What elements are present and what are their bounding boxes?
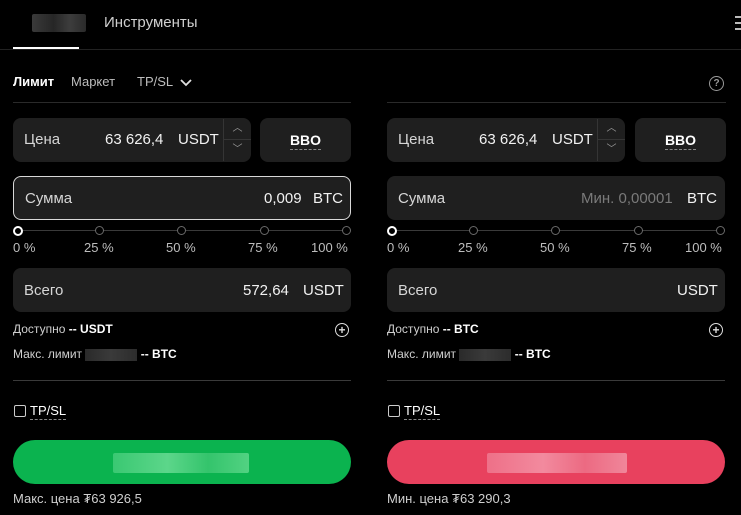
- divider: [13, 380, 351, 381]
- available-label: Доступно: [13, 322, 66, 336]
- price-value: 63 626,4: [105, 131, 164, 148]
- max-limit-value: -- BTC: [140, 347, 177, 361]
- slider-label-25: 25 %: [458, 240, 488, 255]
- slider-label-75: 75 %: [622, 240, 652, 255]
- plus-icon[interactable]: +: [335, 323, 349, 337]
- buy-panel: Цена 63 626,4 USDT ︿ ﹀ BBO Сумма 0,009 B…: [13, 0, 352, 515]
- slider-label-25: 25 %: [84, 240, 114, 255]
- blurred-button-label: [113, 453, 249, 473]
- available-label: Доступно: [387, 322, 440, 336]
- bbo-button[interactable]: BBO: [635, 118, 726, 162]
- slider-label-100: 100 %: [311, 240, 348, 255]
- slider-stop-50[interactable]: [551, 226, 560, 235]
- total-field[interactable]: Всего USDT: [387, 268, 725, 312]
- tpsl-label[interactable]: TP/SL: [30, 403, 67, 420]
- available-value: -- BTC: [442, 322, 479, 336]
- buy-button[interactable]: [13, 440, 351, 484]
- price-field[interactable]: Цена 63 626,4 USDT ︿ ﹀: [387, 118, 625, 162]
- price-field[interactable]: Цена 63 626,4 USDT ︿ ﹀: [13, 118, 251, 162]
- slider-label-75: 75 %: [248, 240, 278, 255]
- slider-stop-100[interactable]: [716, 226, 725, 235]
- chevron-up-icon[interactable]: ︿: [224, 119, 251, 139]
- max-limit-label: Макс. лимит: [387, 347, 457, 361]
- slider-stop-75[interactable]: [260, 226, 269, 235]
- amount-field[interactable]: Сумма 0,009 BTC: [13, 176, 351, 220]
- slider-label-50: 50 %: [540, 240, 570, 255]
- available-row: Доступно -- USDT: [13, 322, 113, 336]
- slider-label-0: 0 %: [387, 240, 410, 255]
- min-price-info: Мин. цена ₮63 290,3: [387, 491, 511, 506]
- price-stepper[interactable]: ︿ ﹀: [223, 119, 251, 161]
- tpsl-checkbox[interactable]: [388, 405, 400, 417]
- blurred-value: [85, 348, 138, 361]
- total-field[interactable]: Всего 572,64 USDT: [13, 268, 351, 312]
- available-row: Доступно -- BTC: [387, 322, 479, 336]
- slider-label-0: 0 %: [13, 240, 36, 255]
- amount-unit: BTC: [313, 190, 343, 207]
- blurred-value: [459, 348, 512, 361]
- amount-label: Сумма: [25, 190, 73, 207]
- sell-panel: Цена 63 626,4 USDT ︿ ﹀ BBO Сумма Мин. 0,…: [387, 0, 726, 515]
- total-value: 572,64: [243, 282, 289, 299]
- bbo-label: BBO: [289, 132, 322, 150]
- bbo-label: BBO: [664, 132, 697, 150]
- amount-value: 0,009: [264, 190, 302, 207]
- amount-unit: BTC: [687, 190, 717, 207]
- chevron-down-icon[interactable]: ﹀: [598, 139, 625, 160]
- slider-stop-25[interactable]: [469, 226, 478, 235]
- slider-handle[interactable]: [13, 226, 23, 236]
- slider-stop-25[interactable]: [95, 226, 104, 235]
- slider-label-50: 50 %: [166, 240, 196, 255]
- amount-field[interactable]: Сумма Мин. 0,00001 BTC: [387, 176, 725, 220]
- max-limit-row: Макс. лимит -- BTC: [13, 347, 177, 361]
- tpsl-checkbox[interactable]: [14, 405, 26, 417]
- total-unit: USDT: [303, 282, 344, 299]
- price-unit: USDT: [552, 131, 593, 148]
- slider-label-100: 100 %: [685, 240, 722, 255]
- max-limit-value: -- BTC: [514, 347, 551, 361]
- max-limit-row: Макс. лимит -- BTC: [387, 347, 551, 361]
- price-label: Цена: [24, 131, 61, 148]
- amount-label: Сумма: [398, 190, 446, 207]
- max-price-info: Макс. цена ₮63 926,5: [13, 491, 142, 506]
- divider: [387, 380, 725, 381]
- price-label: Цена: [398, 131, 435, 148]
- max-limit-label: Макс. лимит: [13, 347, 83, 361]
- chevron-up-icon[interactable]: ︿: [598, 119, 625, 139]
- slider-stop-100[interactable]: [342, 226, 351, 235]
- slider-handle[interactable]: [387, 226, 397, 236]
- total-unit: USDT: [677, 282, 718, 299]
- slider-stop-75[interactable]: [634, 226, 643, 235]
- price-value: 63 626,4: [479, 131, 538, 148]
- tpsl-label[interactable]: TP/SL: [404, 403, 441, 420]
- total-label: Всего: [24, 282, 64, 299]
- bbo-button[interactable]: BBO: [260, 118, 351, 162]
- available-value: -- USDT: [68, 322, 113, 336]
- plus-icon[interactable]: +: [709, 323, 723, 337]
- chevron-down-icon[interactable]: ﹀: [224, 139, 251, 160]
- menu-icon[interactable]: [735, 16, 741, 32]
- slider-stop-50[interactable]: [177, 226, 186, 235]
- amount-placeholder: Мин. 0,00001: [581, 190, 673, 207]
- price-stepper[interactable]: ︿ ﹀: [597, 119, 625, 161]
- price-unit: USDT: [178, 131, 219, 148]
- total-label: Всего: [398, 282, 438, 299]
- sell-button[interactable]: [387, 440, 725, 484]
- blurred-button-label: [487, 453, 627, 473]
